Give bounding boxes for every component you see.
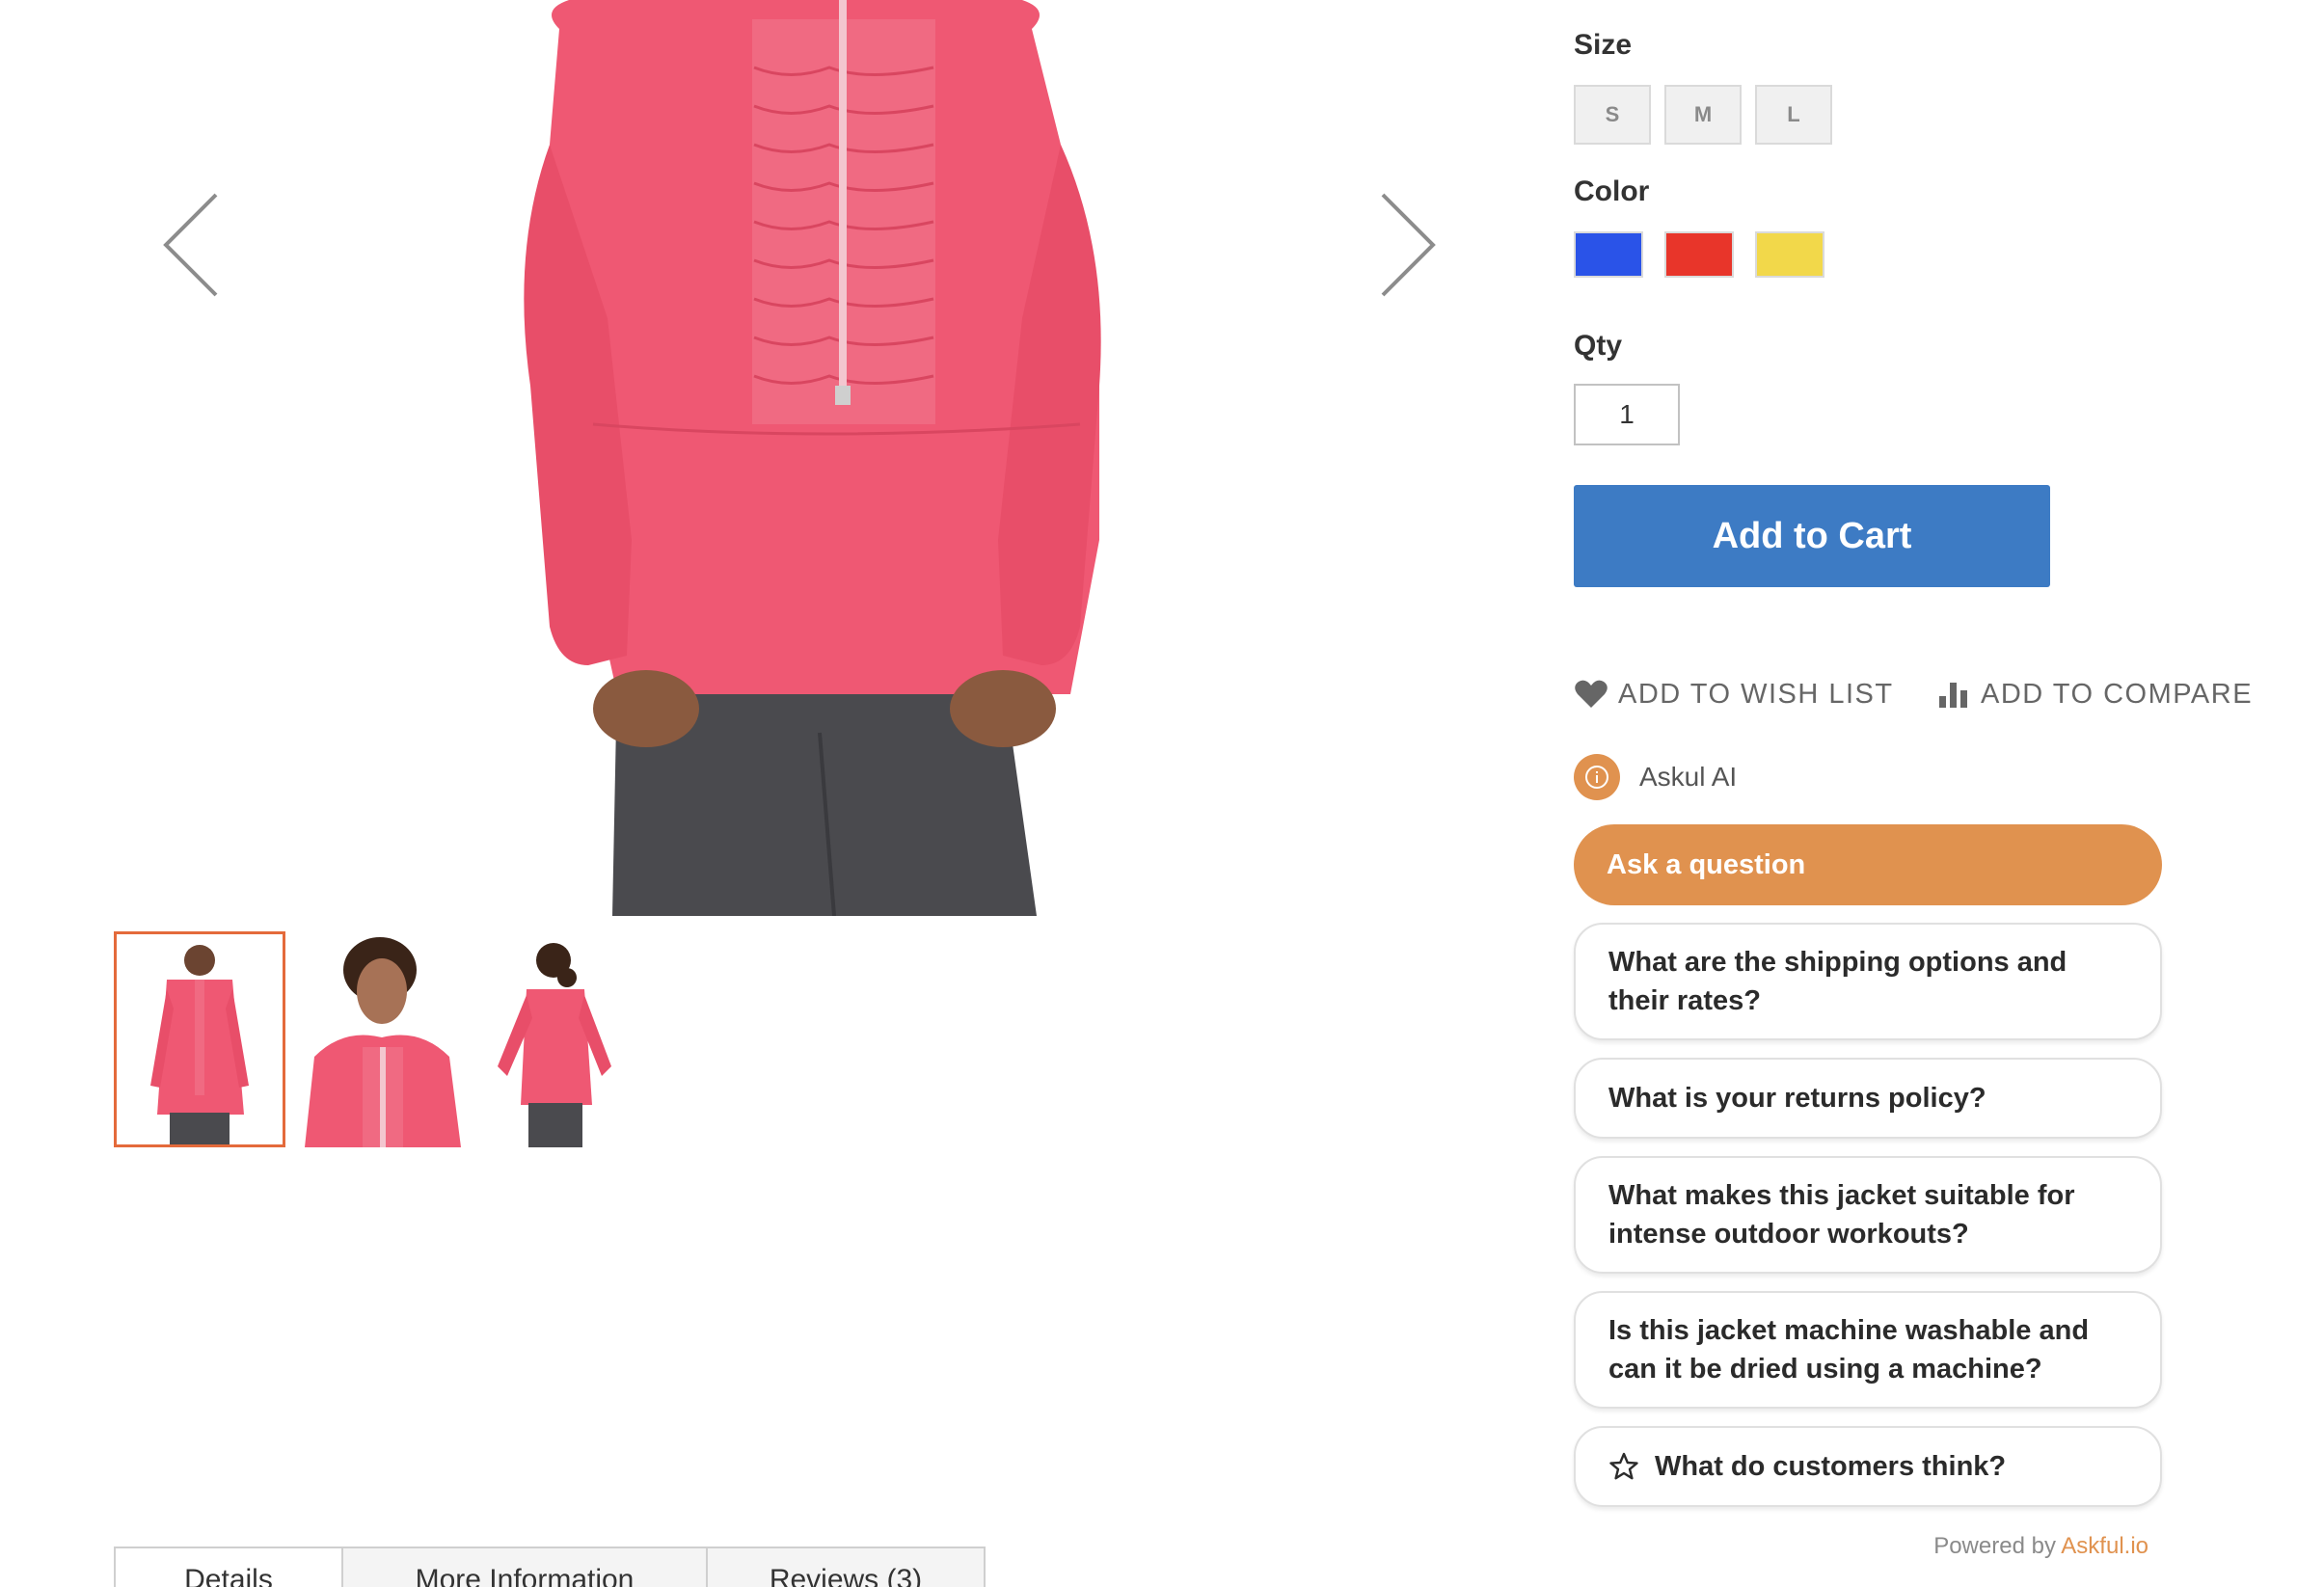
product-info-tabs: Details More Information Reviews (3) bbox=[114, 1547, 986, 1587]
size-option-s[interactable]: S bbox=[1574, 85, 1651, 145]
product-options-panel: Size S M L Color Qty Add to Cart ADD TO … bbox=[1574, 0, 2268, 1574]
add-to-wishlist-label: ADD TO WISH LIST bbox=[1618, 678, 1894, 710]
star-icon bbox=[1608, 1451, 1639, 1482]
suggested-question-text: What is your returns policy? bbox=[1608, 1083, 1986, 1114]
suggested-question-text: Is this jacket machine washable and can … bbox=[1608, 1315, 2090, 1385]
qty-label: Qty bbox=[1574, 330, 1623, 362]
add-to-compare-label: ADD TO COMPARE bbox=[1981, 678, 2254, 710]
askful-brand-link[interactable]: Askful.io bbox=[2061, 1533, 2148, 1559]
suggested-question-text: What are the shipping options and their … bbox=[1608, 947, 2067, 1016]
color-option-red[interactable] bbox=[1664, 231, 1734, 278]
suggested-question-text: What makes this jacket suitable for inte… bbox=[1608, 1180, 2075, 1250]
product-gallery: Details More Information Reviews (3) bbox=[0, 0, 1485, 1587]
gallery-next-arrow[interactable] bbox=[1369, 189, 1443, 301]
color-label: Color bbox=[1574, 175, 1650, 207]
askul-logo-icon bbox=[1574, 754, 1620, 800]
chevron-left-icon bbox=[163, 193, 218, 297]
suggested-question[interactable]: What are the shipping options and their … bbox=[1574, 923, 2162, 1040]
add-to-cart-button[interactable]: Add to Cart bbox=[1574, 485, 2050, 587]
askul-header: Askul AI bbox=[1574, 753, 1737, 801]
color-option-yellow[interactable] bbox=[1755, 231, 1824, 278]
askul-name: Askul AI bbox=[1639, 762, 1738, 792]
tab-reviews[interactable]: Reviews (3) bbox=[706, 1548, 986, 1587]
bar-chart-icon bbox=[1936, 679, 1971, 710]
add-to-compare-link[interactable]: ADD TO COMPARE bbox=[1936, 675, 2253, 713]
suggested-question[interactable]: Is this jacket machine washable and can … bbox=[1574, 1291, 2162, 1409]
main-product-image[interactable] bbox=[405, 0, 1176, 916]
suggested-question-text: What do customers think? bbox=[1655, 1451, 2007, 1482]
gallery-prev-arrow[interactable] bbox=[156, 189, 230, 301]
chevron-right-icon bbox=[1381, 193, 1436, 297]
add-to-wishlist-link[interactable]: ADD TO WISH LIST bbox=[1574, 675, 1894, 713]
suggested-question[interactable]: What is your returns policy? bbox=[1574, 1058, 2162, 1139]
powered-by-label: Powered by bbox=[1933, 1533, 2056, 1559]
size-option-m[interactable]: M bbox=[1664, 85, 1742, 145]
color-option-blue[interactable] bbox=[1574, 231, 1643, 278]
tab-more-information[interactable]: More Information bbox=[341, 1548, 706, 1587]
size-option-l[interactable]: L bbox=[1755, 85, 1832, 145]
customer-opinions-button[interactable]: What do customers think? bbox=[1574, 1426, 2162, 1507]
heart-icon bbox=[1574, 679, 1608, 710]
size-label: Size bbox=[1574, 29, 1633, 61]
thumbnail-front[interactable] bbox=[114, 931, 285, 1147]
powered-by-footer: Powered by Askful.io bbox=[1933, 1533, 2148, 1560]
qty-input[interactable] bbox=[1574, 384, 1680, 445]
thumbnail-back[interactable] bbox=[478, 931, 631, 1147]
thumbnail-closeup[interactable] bbox=[305, 931, 461, 1147]
ask-question-button[interactable]: Ask a question bbox=[1574, 824, 2162, 905]
suggested-question[interactable]: What makes this jacket suitable for inte… bbox=[1574, 1156, 2162, 1274]
tab-details[interactable]: Details bbox=[114, 1548, 341, 1587]
